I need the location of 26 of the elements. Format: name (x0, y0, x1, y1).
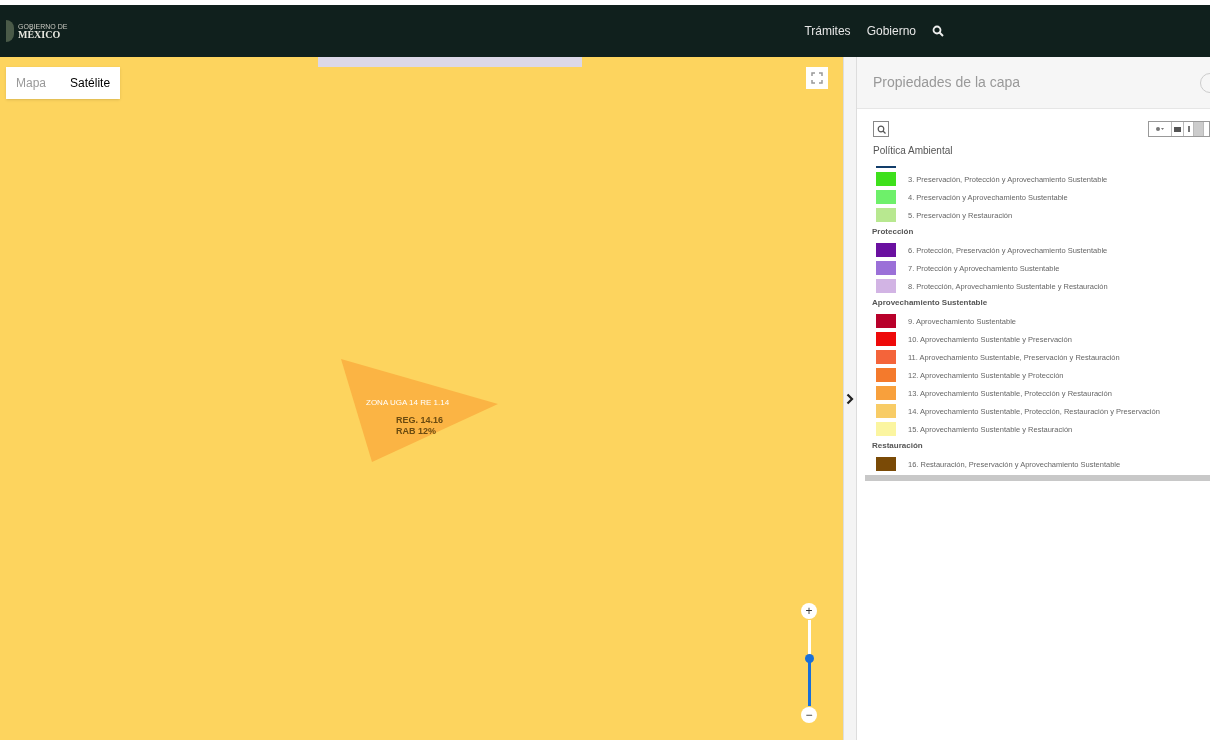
panel-title: Propiedades de la capa (873, 73, 1022, 92)
zone-label: ZONA UGA 14 RE 1.14 (366, 397, 450, 409)
map-type-tab[interactable]: Satélite (70, 74, 111, 92)
legend-group-heading: Protección (872, 226, 915, 238)
chevron-right-icon[interactable] (846, 392, 854, 405)
folder-icon[interactable] (1171, 122, 1183, 136)
search-button[interactable] (873, 121, 889, 137)
zone-value: RAB 12% (396, 426, 437, 437)
logo-title: MÉXICO (18, 29, 61, 40)
zoom-slider[interactable] (807, 620, 811, 706)
zoom-in-button[interactable]: + (801, 603, 817, 619)
search-icon[interactable] (932, 25, 944, 37)
zone-value: REG. 14.16 (396, 415, 444, 426)
map-canvas[interactable]: Mapa Satélite ZONA UGA 14 RE 1.14 REG. 14.16 RAB 12% + − (0, 57, 843, 740)
emblem-icon (6, 20, 14, 42)
legend-line-icon (876, 166, 896, 168)
legend-group-heading: Aprovechamiento Sustentable (872, 297, 989, 309)
zoom-slider-thumb[interactable] (804, 653, 814, 663)
eye-caret-icon (1155, 126, 1165, 132)
nav-link[interactable]: Trámites (804, 22, 851, 40)
nav-link[interactable]: Gobierno (866, 22, 916, 40)
search-icon (876, 124, 886, 134)
legend-group-heading: Restauración (872, 440, 924, 452)
fullscreen-icon (811, 72, 823, 84)
layer-name: Política Ambiental (872, 144, 954, 158)
zoom-out-button[interactable]: − (801, 707, 817, 723)
